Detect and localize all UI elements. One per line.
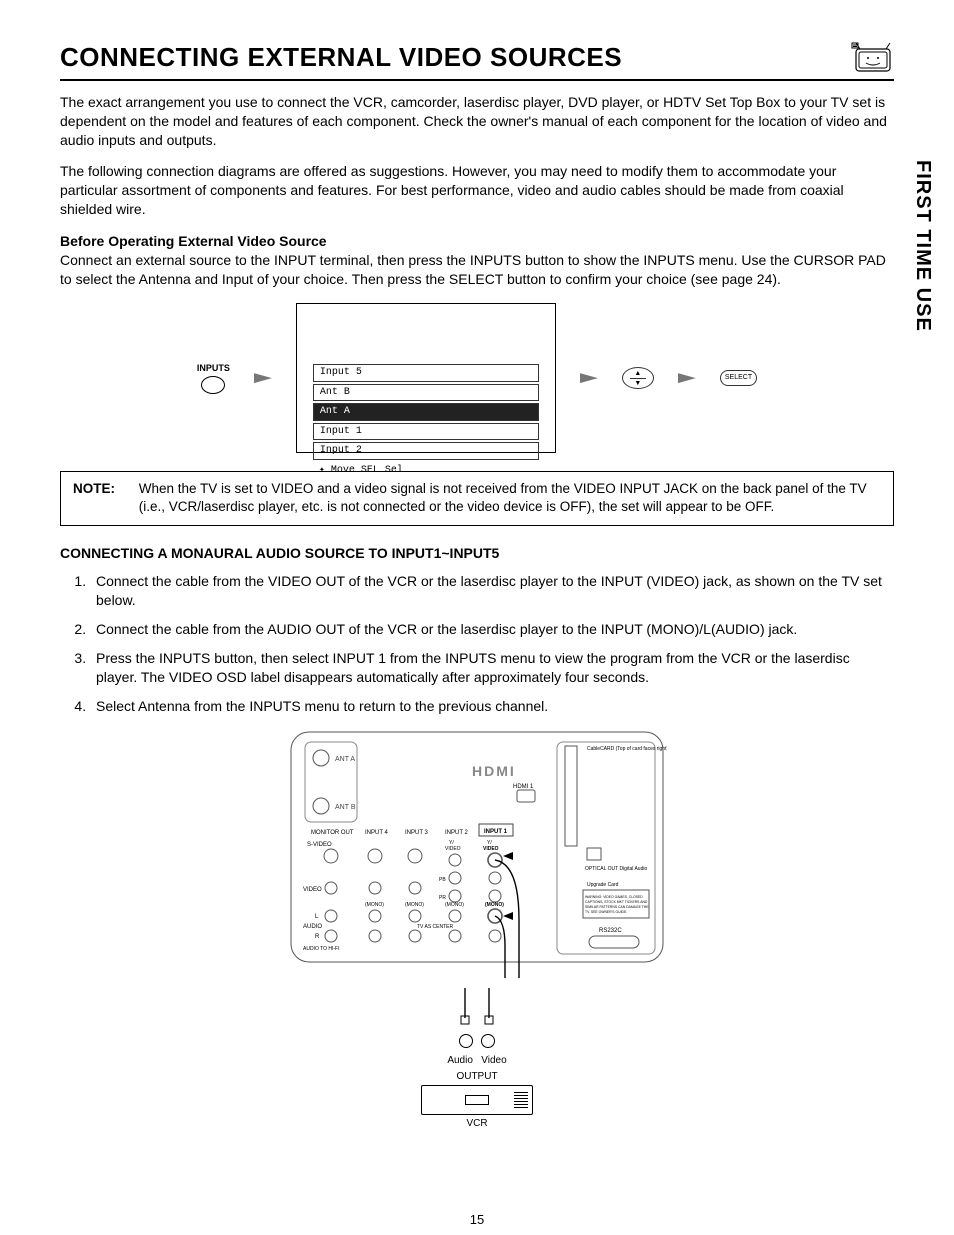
monaural-section-head: CONNECTING A MONAURAL AUDIO SOURCE TO IN… [60,544,894,563]
menu-item: Input 2 [313,442,539,460]
menu-item: Ant B [313,384,539,402]
svg-text:(MONO): (MONO) [485,902,504,908]
arrow-icon [678,373,696,383]
rear-panel-diagram: ANT A ANT B MONITOR OUT INPUT 4 INPUT 3 … [60,728,894,1131]
video-jack-icon [481,1034,495,1048]
svg-text:VIDEO: VIDEO [445,846,461,852]
tv-cartoon-icon [850,41,894,75]
svg-text:(MONO): (MONO) [365,902,384,908]
svg-text:PB: PB [439,877,446,883]
before-operating-head: Before Operating External Video Source [60,232,894,251]
vcr-icon [421,1085,533,1115]
svg-text:S-VIDEO: S-VIDEO [307,842,332,848]
list-item: Select Antenna from the INPUTS menu to r… [90,697,894,716]
svg-text:Upgrade Card: Upgrade Card [587,882,619,888]
page-title: CONNECTING EXTERNAL VIDEO SOURCES [60,40,622,75]
inputs-button-icon [201,376,225,394]
svg-text:AUDIO: AUDIO [303,924,322,930]
output-label: OUTPUT [456,1070,497,1084]
menu-item: Input 5 [313,364,539,382]
menu-hint: ✦ Move SEL Sel [313,462,539,480]
svg-text:VIDEO: VIDEO [303,887,322,893]
svg-text:RS232C: RS232C [599,928,622,934]
arrow-icon [254,373,272,383]
svg-text:R: R [315,934,320,940]
select-button-icon: SELECT [720,370,757,385]
svg-text:AUDIO TO HI-FI: AUDIO TO HI-FI [303,946,339,952]
svg-text:MONITOR OUT: MONITOR OUT [311,830,354,836]
note-text: When the TV is set to VIDEO and a video … [139,480,869,516]
audio-jack-icon [459,1034,473,1048]
svg-text:(MONO): (MONO) [445,902,464,908]
svg-text:HDMI: HDMI [472,763,516,779]
svg-text:VIDEO: VIDEO [483,846,499,852]
svg-text:CableCARD (Top of card faces r: CableCARD (Top of card faces right) [587,746,667,752]
section-tab: FIRST TIME USE [909,160,936,332]
svg-text:INPUT 4: INPUT 4 [365,830,389,836]
page-number: 15 [470,1211,484,1229]
svg-text:INPUT 2: INPUT 2 [445,830,469,836]
onscreen-inputs-menu: Input 5 Ant B Ant A Input 1 Input 2 ✦ Mo… [296,303,556,453]
svg-text:(MONO): (MONO) [405,902,424,908]
svg-text:INPUT 1: INPUT 1 [484,829,508,835]
menu-item-selected: Ant A [313,403,539,421]
cursor-pad-icon: ▲▼ [622,367,654,389]
svg-text:SIMILAR PATTERNS CAN DAMAGE TH: SIMILAR PATTERNS CAN DAMAGE THE [585,905,649,909]
svg-text:INPUT 3: INPUT 3 [405,830,429,836]
svg-text:OPTICAL OUT Digital Audio: OPTICAL OUT Digital Audio [585,866,647,872]
audio-label: Audio [447,1055,473,1066]
menu-item: Input 1 [313,423,539,441]
list-item: Press the INPUTS button, then select INP… [90,649,894,687]
video-label: Video [481,1055,506,1066]
inputs-button-label: INPUTS [197,362,230,374]
vcr-diagram: Audio Video OUTPUT VCR [421,988,533,1131]
svg-text:L: L [315,914,319,920]
svg-text:PR: PR [439,895,446,901]
note-label: NOTE: [73,480,135,498]
list-item: Connect the cable from the VIDEO OUT of … [90,572,894,610]
intro-paragraph-2: The following connection diagrams are of… [60,162,894,219]
list-item: Connect the cable from the AUDIO OUT of … [90,620,894,639]
inputs-menu-diagram: INPUTS Input 5 Ant B Ant A Input 1 Input… [60,303,894,453]
steps-list: Connect the cable from the VIDEO OUT of … [70,572,894,715]
note-box: NOTE: When the TV is set to VIDEO and a … [60,471,894,525]
svg-text:ANT B: ANT B [335,804,356,811]
svg-text:ANT A: ANT A [335,756,355,763]
svg-text:WARNING: VIDEO GAMES, CLOSED: WARNING: VIDEO GAMES, CLOSED [585,895,643,899]
before-operating-body: Connect an external source to the INPUT … [60,251,894,289]
intro-paragraph-1: The exact arrangement you use to connect… [60,93,894,150]
svg-text:CAPTIONS, STOCK MKT TICKERS AN: CAPTIONS, STOCK MKT TICKERS AND [585,900,648,904]
arrow-icon [580,373,598,383]
vcr-label: VCR [466,1117,487,1131]
svg-text:HDMI 1: HDMI 1 [513,784,534,790]
svg-text:TV. SEE OWNER'S GUIDE.: TV. SEE OWNER'S GUIDE. [585,910,627,914]
svg-text:TV AS CENTER: TV AS CENTER [417,924,454,930]
